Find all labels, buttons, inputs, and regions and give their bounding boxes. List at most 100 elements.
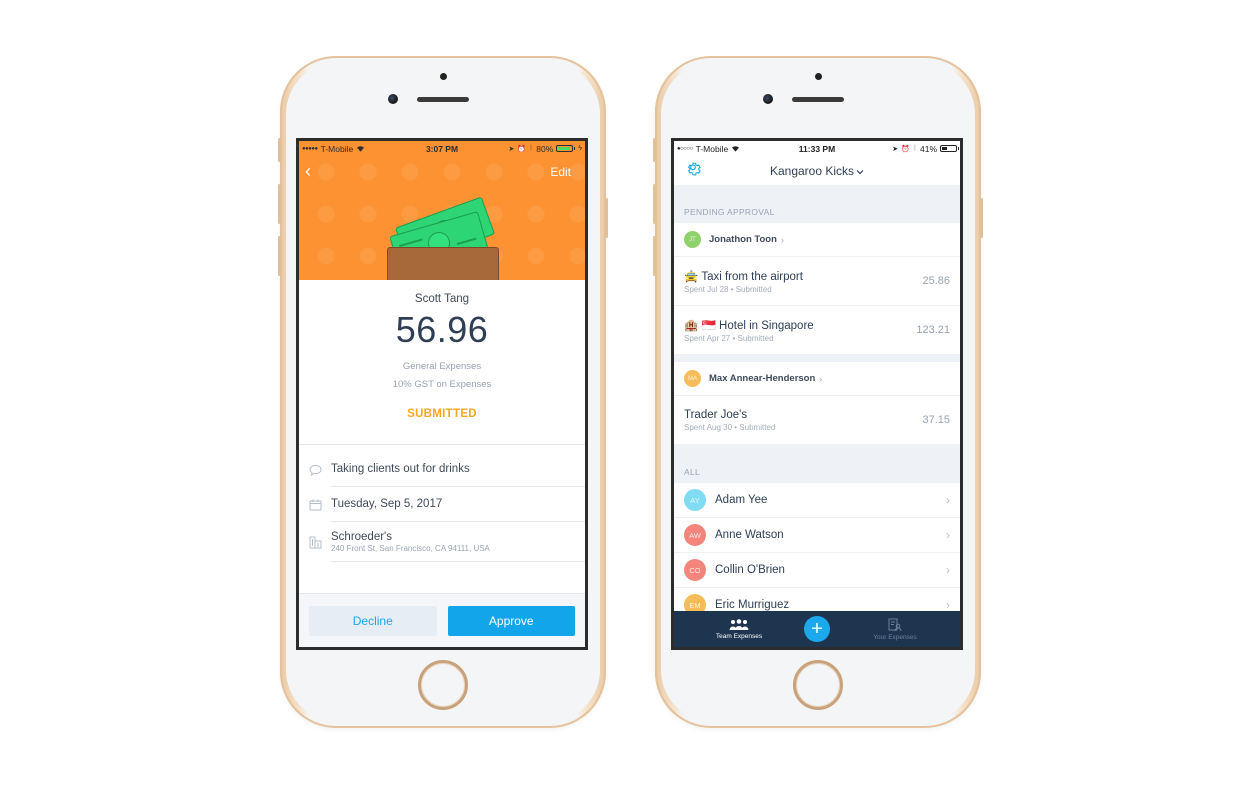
merchant-name: Schroeder's (331, 530, 393, 543)
home-button[interactable] (418, 660, 468, 710)
expense-title: Trader Joe's (684, 408, 748, 421)
battery-fill (942, 147, 948, 150)
expense-amount: 56.96 (395, 309, 489, 350)
carrier-label: T-Mobile (695, 143, 729, 154)
volume-up-button (653, 184, 656, 224)
bluetooth-icon: ᛒ (529, 145, 534, 152)
settings-button[interactable] (685, 161, 703, 179)
expense-list[interactable]: PENDING APPROVAL JT Jonathon Toon › 🚖 Ta… (674, 185, 960, 611)
expense-row[interactable]: 🚖 Taxi from the airport Spent Jul 28 • S… (674, 257, 960, 306)
wifi-icon (356, 144, 365, 154)
avatar: CO (684, 559, 706, 581)
expense-amount: 37.15 (922, 414, 950, 426)
chevron-right-icon: › (780, 234, 784, 245)
left-phone: ●●●●● T-Mobile 3:07 PM ➤ ⏰ ᛒ 80% ϟ ‹ Edi (278, 56, 608, 728)
mute-switch (278, 138, 281, 162)
proximity-sensor (440, 73, 447, 80)
navigation-bar: Kangaroo Kicks (674, 156, 960, 185)
expense-meta: Spent Apr 27 • Submitted (684, 333, 774, 343)
earpiece-speaker (417, 97, 469, 102)
power-button (980, 198, 983, 238)
avatar: MA (684, 370, 701, 387)
chevron-down-icon (856, 164, 864, 178)
location-icon: ➤ (892, 145, 899, 153)
expense-amount: 123.21 (916, 324, 950, 336)
person-name: Eric Murriguez (715, 599, 790, 611)
plus-icon: + (811, 618, 823, 640)
tab-your-expenses[interactable]: Your Expenses (830, 618, 960, 641)
date-text: Tuesday, Sep 5, 2017 (331, 498, 443, 510)
bluetooth-icon: ᛒ (912, 145, 917, 152)
expense-meta: Spent Jul 28 • Submitted (684, 284, 772, 294)
merchant-address: 240 Front St, San Francisco, CA 94111, U… (331, 543, 490, 553)
description-row[interactable]: Taking clients out for drinks (299, 452, 585, 487)
chevron-right-icon: › (819, 373, 823, 384)
front-camera (763, 94, 773, 104)
team-switcher[interactable]: Kangaroo Kicks (770, 164, 864, 178)
expense-detail-screen: ●●●●● T-Mobile 3:07 PM ➤ ⏰ ᛒ 80% ϟ ‹ Edi (296, 138, 588, 650)
volume-up-button (278, 184, 281, 224)
chevron-right-icon: › (946, 528, 950, 542)
person-row[interactable]: CO Collin O'Brien › (674, 553, 960, 588)
expense-row[interactable]: 🏨 🇸🇬 Hotel in Singapore Spent Apr 27 • S… (674, 306, 960, 355)
signal-strength: ●●●●● (302, 145, 318, 152)
avatar: JT (684, 231, 701, 248)
back-button[interactable]: ‹ (305, 161, 311, 182)
banknote-line (456, 237, 477, 245)
person-name: Collin O'Brien (715, 564, 785, 576)
expense-row[interactable]: Trader Joe's Spent Aug 30 • Submitted 37… (674, 396, 960, 445)
expense-title: Hotel in Singapore (719, 319, 814, 332)
battery-percent: 41% (919, 143, 937, 154)
expense-summary: Scott Tang 56.96 General Expenses 10% GS… (299, 280, 585, 445)
decline-button[interactable]: Decline (309, 605, 437, 636)
hotel-flag-emoji-icon: 🏨 🇸🇬 (684, 319, 716, 332)
expense-category: General Expenses (402, 361, 482, 372)
description-text: Taking clients out for drinks (331, 463, 470, 475)
gear-icon (687, 162, 701, 176)
signal-strength: ●○○○○ (677, 145, 693, 152)
volume-down-button (653, 236, 656, 276)
person-row[interactable]: AW Anne Watson › (674, 518, 960, 553)
pending-approval-header: PENDING APPROVAL (684, 207, 775, 217)
person-name: Anne Watson (715, 529, 784, 541)
chevron-left-icon: ‹ (305, 161, 311, 181)
person-row[interactable]: EM Eric Murriguez › (674, 588, 960, 611)
front-camera (388, 94, 398, 104)
expense-meta: Spent Aug 30 • Submitted (684, 422, 776, 432)
alarm-icon: ⏰ (901, 145, 910, 153)
date-row[interactable]: Tuesday, Sep 5, 2017 (299, 487, 585, 522)
calendar-icon (299, 499, 331, 511)
team-name: Kangaroo Kicks (769, 163, 855, 178)
chevron-right-icon: › (946, 598, 950, 611)
pending-person-row[interactable]: JT Jonathon Toon › (674, 223, 960, 257)
status-badge: SUBMITTED (407, 408, 477, 420)
banknote-line (399, 238, 423, 247)
status-bar: ●○○○○ T-Mobile 11:33 PM ➤ ⏰ ᛒ 41% (674, 141, 960, 156)
add-expense-button[interactable]: + (804, 616, 830, 642)
mute-switch (653, 138, 656, 162)
charging-icon: ϟ (578, 145, 582, 152)
divider (299, 444, 585, 445)
status-bar: ●●●●● T-Mobile 3:07 PM ➤ ⏰ ᛒ 80% ϟ (299, 141, 585, 156)
tab-bar: Team Expenses + Your Expenses (674, 611, 960, 647)
edit-button[interactable]: Edit (550, 165, 571, 179)
team-icon (729, 618, 749, 630)
person-name: Max Annear-Henderson (709, 373, 816, 384)
pending-person-row[interactable]: MA Max Annear-Henderson › (674, 362, 960, 396)
tab-label: Team Expenses (715, 632, 763, 640)
person-row[interactable]: AY Adam Yee › (674, 483, 960, 518)
alarm-icon: ⏰ (517, 145, 527, 153)
avatar: AW (684, 524, 706, 546)
merchant-row[interactable]: Schroeder's 240 Front St, San Francisco,… (299, 522, 585, 562)
tab-label: Your Expenses (873, 633, 917, 641)
tab-team-expenses[interactable]: Team Expenses (674, 618, 804, 640)
power-button (605, 198, 608, 238)
home-button[interactable] (793, 660, 843, 710)
volume-down-button (278, 236, 281, 276)
all-header: ALL (684, 467, 701, 477)
chevron-right-icon: › (946, 493, 950, 507)
earpiece-speaker (792, 97, 844, 102)
approve-button[interactable]: Approve (447, 605, 575, 636)
comment-icon (299, 464, 331, 476)
